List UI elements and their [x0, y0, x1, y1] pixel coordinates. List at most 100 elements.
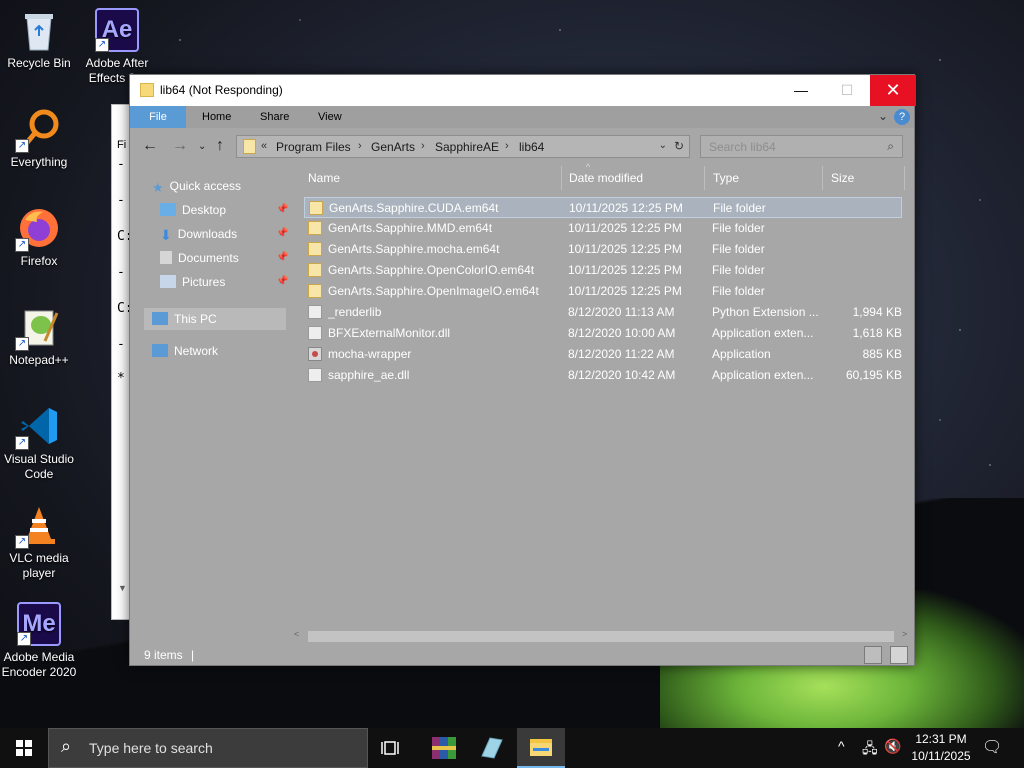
large-icons-view-button[interactable]: [890, 646, 908, 664]
vlc-cone-icon: ↗: [15, 503, 61, 549]
task-view-button[interactable]: [368, 728, 416, 768]
pin-icon[interactable]: 📌: [276, 199, 288, 221]
nav-pictures[interactable]: Pictures 📌: [160, 271, 290, 293]
folder-icon: [309, 201, 323, 215]
item-count: 9 items: [144, 648, 183, 662]
folder-icon: [308, 284, 322, 298]
nav-quick-access[interactable]: ★ Quick access: [152, 175, 241, 197]
file-list: ^ Name Date modified Type Size GenArts.S…: [290, 162, 914, 644]
breadcrumb-separator-icon[interactable]: ›: [505, 140, 509, 152]
address-dropdown-chevron-icon[interactable]: ⌄: [659, 140, 667, 151]
pin-icon[interactable]: 📌: [276, 247, 288, 269]
file-date-modified: 10/11/2025 12:25 PM: [568, 242, 682, 256]
file-name: GenArts.Sapphire.CUDA.em64t: [329, 201, 499, 215]
taskbar-app[interactable]: [468, 728, 516, 768]
breadcrumb-item[interactable]: GenArts: [371, 140, 415, 154]
desktop-icon-recycle-bin[interactable]: Recycle Bin: [1, 8, 77, 71]
taskbar-winrar[interactable]: [420, 728, 468, 768]
nav-desktop[interactable]: Desktop 📌: [160, 199, 290, 221]
background-window[interactable]: Fi - - C: - C: - * ▼: [111, 104, 133, 620]
desktop-icon-vlc[interactable]: ↗ VLC media player: [1, 503, 77, 581]
expand-ribbon-chevron-icon[interactable]: ⌄: [878, 109, 888, 123]
breadcrumb-overflow-icon[interactable]: «: [261, 140, 267, 152]
nav-label: Documents: [178, 251, 239, 265]
file-row[interactable]: GenArts.Sapphire.MMD.em64t 10/11/2025 12:…: [304, 218, 902, 239]
scroll-down-arrow-icon[interactable]: ▼: [118, 583, 127, 593]
file-date-modified: 8/12/2020 11:22 AM: [568, 347, 675, 361]
file-row[interactable]: BFXExternalMonitor.dll 8/12/2020 10:00 AM…: [304, 323, 902, 344]
column-header-size[interactable]: Size: [827, 166, 905, 190]
details-view-button[interactable]: [864, 646, 882, 664]
desktop-icon-notepad-plus-plus[interactable]: ↗ Notepad++: [1, 305, 77, 368]
notifications-icon[interactable]: 🗨: [982, 737, 1002, 768]
file-row[interactable]: GenArts.Sapphire.mocha.em64t 10/11/2025 1…: [304, 239, 902, 260]
scrollbar-thumb[interactable]: [308, 631, 894, 642]
horizontal-scrollbar[interactable]: < >: [290, 628, 914, 644]
console-line: -: [117, 193, 125, 208]
tab-view[interactable]: View: [306, 106, 354, 128]
taskbar-file-explorer[interactable]: [517, 728, 565, 768]
file-type: File folder: [712, 284, 765, 298]
desktop-icon-vscode[interactable]: ↗ Visual Studio Code: [1, 404, 77, 482]
minimize-button[interactable]: —: [778, 75, 824, 106]
recent-locations-chevron-icon[interactable]: ⌄: [198, 141, 206, 152]
nav-documents[interactable]: Documents 📌: [160, 247, 290, 269]
breadcrumb-item[interactable]: SapphireAE: [435, 140, 499, 154]
nav-network[interactable]: Network: [152, 340, 218, 362]
application-icon: [481, 737, 503, 759]
start-button[interactable]: [0, 728, 48, 768]
breadcrumb-item[interactable]: Program Files: [276, 140, 351, 154]
taskbar-search-placeholder: Type here to search: [89, 740, 213, 756]
close-button[interactable]: ✕: [870, 75, 916, 106]
nav-downloads[interactable]: ⬇ Downloads 📌: [160, 223, 290, 245]
pin-icon[interactable]: 📌: [276, 271, 288, 293]
forward-arrow-icon[interactable]: →: [172, 137, 188, 155]
file-type: Application exten...: [712, 326, 814, 340]
tab-share[interactable]: Share: [248, 106, 301, 128]
nav-label: Desktop: [182, 203, 227, 217]
tab-home[interactable]: Home: [190, 106, 243, 128]
column-header-type[interactable]: Type: [709, 166, 823, 190]
desktop-icon-firefox[interactable]: ↗ Firefox: [1, 206, 77, 269]
file-explorer-window[interactable]: lib64 (Not Responding) — ☐ ✕ File Home S…: [129, 74, 916, 666]
tab-file[interactable]: File: [130, 106, 186, 128]
taskbar-search-box[interactable]: ⌕ Type here to search: [48, 728, 368, 768]
nav-this-pc[interactable]: This PC: [144, 308, 286, 330]
title-bar[interactable]: lib64 (Not Responding) — ☐ ✕: [130, 75, 916, 106]
desktop-icon-label: Adobe Media Encoder 2020: [1, 650, 77, 679]
breadcrumb-separator-icon[interactable]: ›: [421, 140, 425, 152]
volume-muted-icon[interactable]: 🔇: [884, 738, 901, 768]
file-row[interactable]: _renderlib 8/12/2020 11:13 AM Python Exten…: [304, 302, 902, 323]
network-status-icon[interactable]: 🖧: [862, 738, 878, 768]
status-bar: 9 items |: [130, 644, 914, 665]
system-clock[interactable]: 12:31 PM 10/11/2025: [906, 731, 976, 765]
search-box[interactable]: Search lib64 ⌕: [700, 135, 903, 158]
up-arrow-icon[interactable]: ↑: [216, 137, 224, 155]
status-divider: |: [191, 648, 195, 662]
breadcrumb-item[interactable]: lib64: [519, 140, 544, 154]
address-bar[interactable]: « Program Files › GenArts › SapphireAE ›…: [236, 135, 690, 158]
desktop-icon-media-encoder[interactable]: Me ↗ Adobe Media Encoder 2020: [1, 602, 77, 680]
desktop-icon-everything[interactable]: ↗ Everything: [1, 107, 77, 170]
clock-date: 10/11/2025: [911, 749, 971, 763]
column-header-date-modified[interactable]: Date modified: [565, 166, 705, 190]
scroll-right-arrow-icon[interactable]: >: [902, 629, 907, 639]
breadcrumb-separator-icon[interactable]: ›: [358, 140, 362, 152]
download-arrow-icon: ⬇: [160, 227, 172, 243]
nav-label: Pictures: [182, 275, 226, 289]
file-row[interactable]: GenArts.Sapphire.OpenColorIO.em64t 10/11/…: [304, 260, 902, 281]
nav-label: Network: [174, 344, 219, 358]
help-icon[interactable]: ?: [894, 109, 910, 125]
file-row[interactable]: GenArts.Sapphire.OpenImageIO.em64t 10/11/…: [304, 281, 902, 302]
scroll-left-arrow-icon[interactable]: <: [294, 629, 299, 639]
navigation-pane: ★ Quick access Desktop 📌 ⬇ Downloads 📌 Doc…: [130, 166, 290, 644]
refresh-icon[interactable]: ↻: [674, 139, 684, 153]
show-hidden-icons-chevron-icon[interactable]: ^: [838, 738, 845, 768]
back-arrow-icon[interactable]: ←: [142, 137, 158, 155]
file-row[interactable]: mocha-wrapper 8/12/2020 11:22 AM Applicati…: [304, 344, 902, 365]
maximize-button[interactable]: ☐: [824, 75, 870, 106]
file-row[interactable]: sapphire_ae.dll 8/12/2020 10:42 AM Applica…: [304, 365, 902, 386]
file-row[interactable]: GenArts.Sapphire.CUDA.em64t 10/11/2025 12…: [304, 197, 902, 218]
pin-icon[interactable]: 📌: [276, 223, 288, 245]
column-header-name[interactable]: Name: [304, 166, 562, 190]
